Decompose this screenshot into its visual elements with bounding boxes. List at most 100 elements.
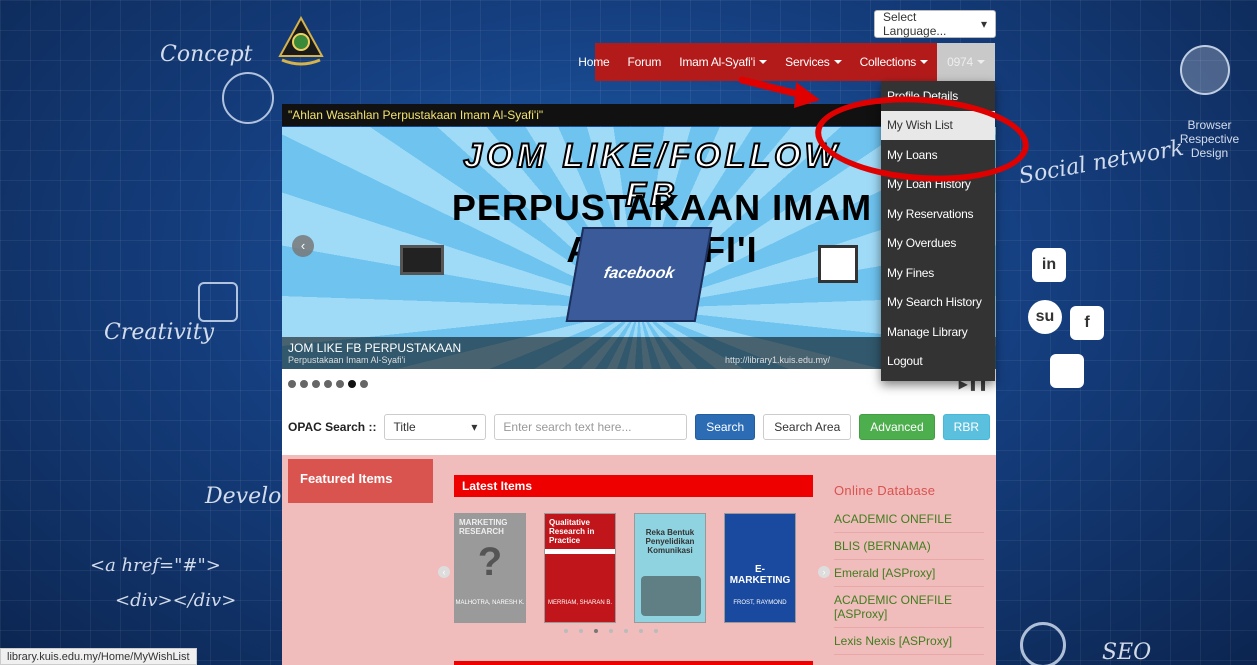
menu-my-overdues[interactable]: My Overdues bbox=[881, 229, 995, 259]
linkedin-icon: in bbox=[1032, 248, 1066, 282]
db-link-blis[interactable]: BLIS (BERNAMA) bbox=[834, 533, 984, 560]
menu-my-reservations[interactable]: My Reservations bbox=[881, 199, 995, 229]
menu-manage-library[interactable]: Manage Library bbox=[881, 317, 995, 347]
nav-services-label: Services bbox=[785, 55, 830, 69]
lightbulb-icon bbox=[222, 72, 274, 124]
search-button[interactable]: Search bbox=[695, 414, 756, 440]
book-cover[interactable]: Qualitative Research in Practice MERRIAM… bbox=[544, 513, 616, 623]
select-arrow-icon: ▾ bbox=[980, 17, 987, 31]
slider-dot[interactable] bbox=[312, 380, 320, 388]
slider-prev-button[interactable]: ‹ bbox=[292, 235, 314, 257]
slider-dot[interactable] bbox=[336, 380, 344, 388]
nav-user-menu[interactable]: 0974 bbox=[937, 43, 995, 81]
slider-dot[interactable] bbox=[360, 380, 368, 388]
carousel-dot-active[interactable] bbox=[594, 629, 598, 633]
bg-label-creativity: Creativity bbox=[104, 320, 215, 345]
menu-logout[interactable]: Logout bbox=[881, 347, 995, 377]
select-arrow-icon: ▾ bbox=[471, 420, 478, 434]
db-link-lexis-nexis[interactable]: Lexis Nexis [ASProxy] bbox=[834, 628, 984, 655]
rbr-button[interactable]: RBR bbox=[942, 414, 990, 440]
carousel-prev-button[interactable]: ‹ bbox=[438, 566, 450, 578]
nav-home-label: Home bbox=[578, 55, 610, 69]
opac-label: OPAC Search :: bbox=[288, 420, 377, 434]
nav-home[interactable]: Home bbox=[569, 43, 618, 81]
advanced-button[interactable]: Advanced bbox=[859, 414, 935, 440]
online-database-title: Online Database bbox=[834, 483, 936, 498]
facebook-book-label: facebook bbox=[602, 265, 676, 282]
book-cover[interactable]: MARKETING RESEARCH ? MALHOTRA, NARESH K. bbox=[454, 513, 526, 623]
book-author: MALHOTRA, NARESH K. bbox=[455, 600, 525, 606]
bg-label-concept: Concept bbox=[160, 42, 253, 67]
laptop-icon bbox=[400, 245, 444, 275]
caret-down-icon bbox=[833, 60, 842, 64]
featured-items-tab[interactable]: Featured Items bbox=[288, 459, 433, 503]
nav-imam[interactable]: Imam Al-Syafi'i bbox=[670, 43, 776, 81]
menu-my-fines[interactable]: My Fines bbox=[881, 258, 995, 288]
delicious-icon bbox=[1050, 354, 1084, 388]
language-select-value: Select Language... bbox=[883, 10, 947, 38]
book-cover[interactable]: Reka Bentuk Penyelidikan Komunikasi bbox=[634, 513, 706, 623]
caption-sub-right: http://library1.kuis.edu.my/ bbox=[724, 355, 830, 365]
section-divider bbox=[454, 661, 813, 665]
carousel-pagination bbox=[564, 629, 714, 633]
stumbleupon-icon: su bbox=[1028, 300, 1062, 334]
slider-dot[interactable] bbox=[300, 380, 308, 388]
nav-collections-label: Collections bbox=[859, 55, 917, 69]
carousel-dot[interactable] bbox=[624, 629, 628, 633]
main-navbar: Home Forum Imam Al-Syafi'i Services Coll… bbox=[578, 43, 995, 81]
carousel-dot[interactable] bbox=[564, 629, 568, 633]
online-database-panel: Online Database ACADEMIC ONEFILE BLIS (B… bbox=[834, 483, 984, 655]
search-input[interactable]: Enter search text here... bbox=[494, 414, 688, 440]
bg-label-code-div: <div></div> bbox=[115, 590, 237, 611]
browser-status-bar: library.kuis.edu.my/Home/MyWishList bbox=[0, 648, 197, 665]
caret-down-icon bbox=[977, 60, 985, 64]
book-author: MERRIAM, SHARAN B. bbox=[547, 600, 612, 606]
book-title: Qualitative Research in Practice bbox=[545, 514, 615, 549]
bg-label-seo: SEO bbox=[1102, 640, 1152, 665]
db-link-academic-onefile[interactable]: ACADEMIC ONEFILE bbox=[834, 506, 984, 533]
nav-services[interactable]: Services bbox=[776, 43, 850, 81]
carousel-next-button[interactable]: › bbox=[818, 566, 830, 578]
search-area-button[interactable]: Search Area bbox=[763, 414, 852, 440]
latest-items-header: Latest Items bbox=[454, 475, 813, 497]
question-mark-icon: ? bbox=[477, 540, 503, 584]
db-link-academic-onefile-proxy[interactable]: ACADEMIC ONEFILE [ASProxy] bbox=[834, 587, 984, 628]
carousel-dot[interactable] bbox=[639, 629, 643, 633]
facebook-book-image: facebook bbox=[565, 227, 713, 322]
slider-dot-active[interactable] bbox=[348, 380, 356, 388]
photoshop-icon bbox=[198, 282, 238, 322]
ebook-icon bbox=[818, 245, 858, 283]
book-art bbox=[545, 554, 615, 622]
content-area: Featured Items Latest Items MARKETING RE… bbox=[282, 455, 996, 665]
nav-forum[interactable]: Forum bbox=[619, 43, 671, 81]
book-title: Reka Bentuk Penyelidikan Komunikasi bbox=[645, 528, 695, 555]
menu-my-search-history[interactable]: My Search History bbox=[881, 288, 995, 318]
carousel-dot[interactable] bbox=[579, 629, 583, 633]
bg-label-social-network: Social network bbox=[1017, 135, 1186, 190]
book-art bbox=[641, 576, 701, 616]
nav-user-label: 0974 bbox=[947, 55, 973, 69]
bg-label-browser-design: Browser Respective Design bbox=[1179, 118, 1240, 160]
db-link-emerald[interactable]: Emerald [ASProxy] bbox=[834, 560, 984, 587]
book-title: E-MARKETING bbox=[729, 564, 791, 586]
book-cover[interactable]: E-MARKETING FROST, RAYMOND bbox=[724, 513, 796, 623]
caret-down-icon bbox=[920, 60, 929, 64]
search-field-select[interactable]: Title ▾ bbox=[384, 414, 487, 440]
caption-sub-left: Perpustakaan Imam Al-Syafi'i bbox=[288, 355, 406, 365]
nav-forum-label: Forum bbox=[627, 55, 662, 69]
nav-collections[interactable]: Collections bbox=[851, 43, 938, 81]
welcome-marquee: "Ahlan Wasahlan Perpustakaan Imam Al-Sya… bbox=[282, 104, 882, 126]
carousel-dot[interactable] bbox=[609, 629, 613, 633]
kuis-logo[interactable] bbox=[278, 16, 324, 66]
bg-label-code-href: <a href="#"> bbox=[90, 555, 221, 576]
carousel-dot[interactable] bbox=[654, 629, 658, 633]
browser-icon bbox=[1180, 45, 1230, 95]
nav-imam-label: Imam Al-Syafi'i bbox=[679, 55, 756, 69]
slider-dot[interactable] bbox=[288, 380, 296, 388]
caret-down-icon bbox=[759, 60, 768, 64]
opac-search-bar: OPAC Search :: Title ▾ Enter search text… bbox=[282, 399, 996, 455]
magnifier-icon bbox=[1020, 622, 1066, 665]
search-field-value: Title bbox=[393, 420, 416, 434]
slider-dot[interactable] bbox=[324, 380, 332, 388]
language-select[interactable]: Select Language... ▾ bbox=[874, 10, 996, 38]
